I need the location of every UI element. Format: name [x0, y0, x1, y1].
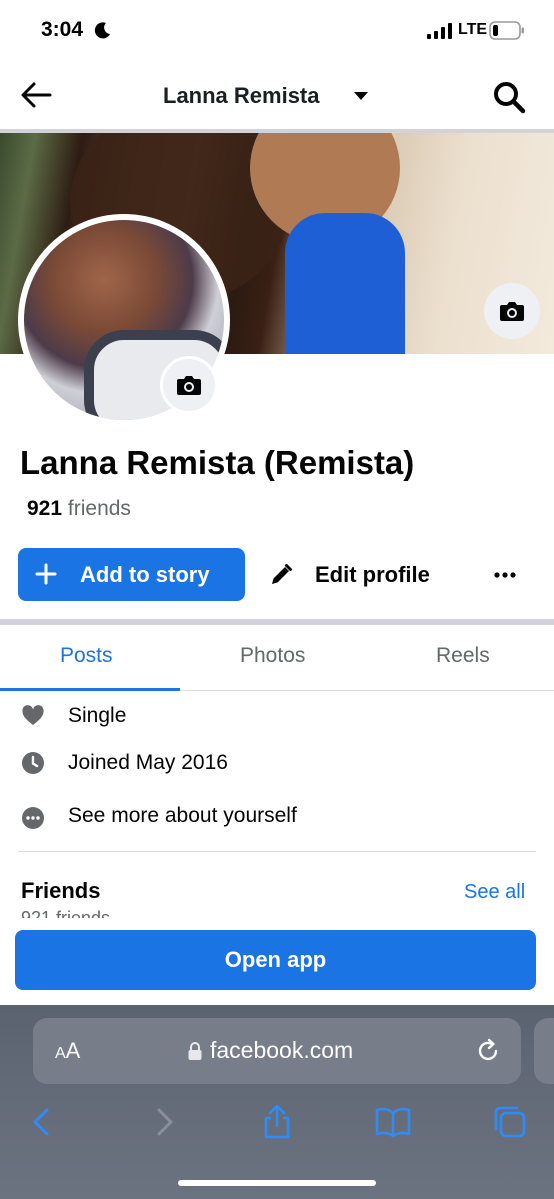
reader-settings-button[interactable]: AA: [55, 1038, 80, 1064]
next-tab-peek[interactable]: [534, 1018, 554, 1084]
tab-photos[interactable]: Photos: [240, 644, 305, 668]
camera-icon: [177, 376, 201, 395]
edit-profile-picture-button[interactable]: [160, 356, 218, 414]
friends-count-line[interactable]: 921 friends: [27, 497, 131, 521]
bookmarks-icon[interactable]: [375, 1104, 411, 1140]
friends-count: 921: [27, 497, 63, 520]
friends-heading: Friends: [21, 878, 101, 903]
friends-subtitle: 921 friends: [21, 908, 111, 918]
signal-icon: [427, 23, 452, 39]
aa-small: A: [55, 1045, 66, 1062]
intro-see-more[interactable]: See more about yourself: [0, 800, 554, 840]
intro-joined: Joined May 2016: [0, 747, 554, 787]
intro-relationship-text: Single: [68, 704, 127, 727]
heart-icon: [22, 705, 44, 725]
edit-profile-label: Edit profile: [315, 562, 430, 587]
more-options-button[interactable]: [474, 548, 536, 601]
profile-name: Lanna Remista (Remista): [20, 444, 415, 481]
browser-toolbar: AA facebook.com: [0, 1005, 554, 1199]
tab-posts[interactable]: Posts: [60, 644, 113, 668]
address-bar[interactable]: AA facebook.com: [33, 1018, 521, 1084]
back-arrow-icon[interactable]: [20, 81, 52, 109]
forward-icon[interactable]: [146, 1104, 182, 1140]
camera-icon: [500, 302, 524, 321]
search-icon[interactable]: [491, 79, 527, 115]
intro-joined-text: Joined May 2016: [68, 751, 228, 774]
edit-cover-button[interactable]: [484, 283, 540, 339]
url-text: facebook.com: [210, 1037, 354, 1063]
open-app-button[interactable]: Open app: [15, 930, 536, 990]
cover-photo-detail: [285, 213, 405, 354]
battery-icon: [489, 21, 524, 40]
see-all-friends-link[interactable]: See all: [464, 881, 525, 904]
intro-see-more-text: See more about yourself: [68, 804, 297, 827]
tab-reels[interactable]: Reels: [436, 644, 490, 668]
edit-profile-button[interactable]: Edit profile: [256, 548, 458, 601]
reload-icon[interactable]: [475, 1038, 501, 1064]
more-dots-icon: [494, 571, 516, 578]
status-bar: 3:04 LTE: [0, 0, 554, 62]
intro-divider: [18, 851, 536, 852]
plus-icon: [35, 563, 57, 585]
share-icon[interactable]: [259, 1104, 295, 1140]
intro-relationship: Single: [0, 700, 554, 740]
top-nav: Lanna Remista: [0, 62, 554, 130]
add-to-story-label: Add to story: [80, 562, 210, 587]
moon-icon: [94, 22, 110, 39]
home-indicator[interactable]: [178, 1180, 376, 1186]
lock-icon: [188, 1042, 202, 1060]
back-icon[interactable]: [25, 1104, 61, 1140]
active-tab-indicator: [0, 688, 180, 691]
friends-label: friends: [67, 497, 131, 520]
network-label: LTE: [458, 21, 488, 38]
clock-icon: [22, 752, 44, 774]
pencil-icon: [272, 564, 292, 584]
page-title[interactable]: Lanna Remista: [163, 83, 320, 109]
more-circle-icon: [22, 807, 44, 829]
add-to-story-button[interactable]: Add to story: [18, 548, 245, 601]
aa-big: A: [65, 1038, 81, 1063]
status-time: 3:04: [41, 18, 84, 41]
tabs-icon[interactable]: [492, 1104, 528, 1140]
caret-down-icon[interactable]: [353, 90, 369, 102]
profile-tabs: Posts Photos Reels: [0, 625, 554, 691]
